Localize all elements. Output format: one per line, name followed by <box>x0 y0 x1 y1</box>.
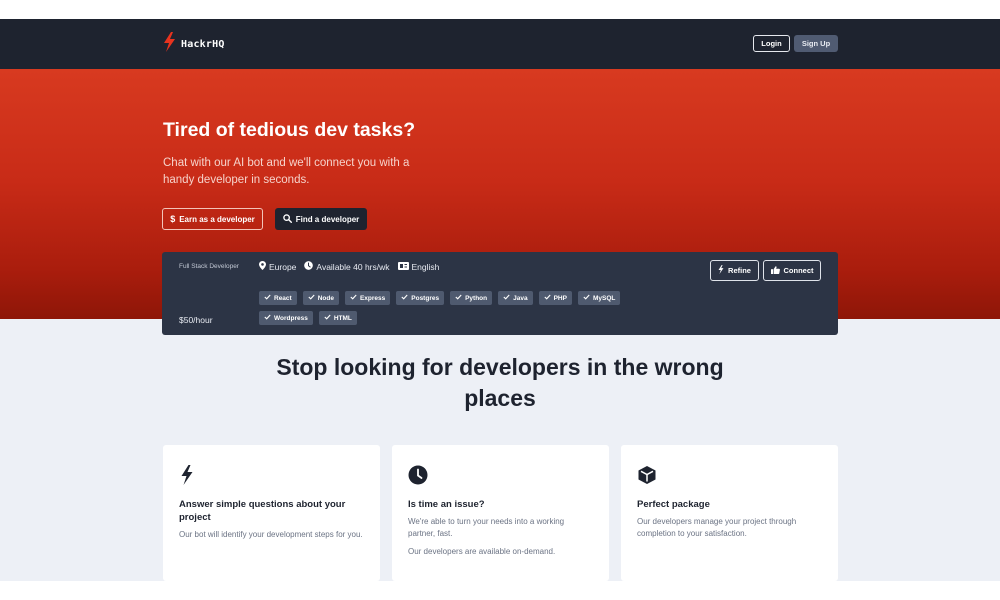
login-button[interactable]: Login <box>753 35 790 52</box>
check-icon <box>503 294 510 302</box>
check-icon <box>308 294 315 302</box>
check-icon <box>455 294 462 302</box>
feature-title: Is time an issue? <box>408 499 485 510</box>
bolt-logo-icon <box>163 31 176 57</box>
skill-name: HTML <box>333 314 352 322</box>
skill-name: Postgres <box>411 294 440 302</box>
features-section: Stop looking for developers in the wrong… <box>0 319 1000 581</box>
search-icon <box>282 213 292 225</box>
skill-tag: React <box>259 291 297 305</box>
check-icon <box>350 294 357 302</box>
dollar-icon: $ <box>170 214 176 224</box>
feature-description: We're able to turn your needs into a wor… <box>408 517 565 538</box>
refine-label: Refine <box>728 266 751 275</box>
feature-card-package: Perfect package Our developers manage yo… <box>621 445 838 581</box>
hero-title: Tired of tedious dev tasks? <box>163 119 416 141</box>
developer-rate: $50/hour <box>179 315 213 325</box>
language-icon <box>397 261 409 272</box>
skill-tag: MySQL <box>577 291 621 305</box>
skill-tags: React Node Express Postgres Python Java … <box>259 291 679 325</box>
find-developer-button[interactable]: Find a developer <box>275 208 367 230</box>
developer-meta: Europe Available 40 hrs/wk English <box>259 261 439 272</box>
developer-role: Full Stack Developer <box>179 263 239 270</box>
skill-tag: Postgres <box>396 291 445 305</box>
check-icon <box>583 294 590 302</box>
connect-button[interactable]: Connect <box>763 260 821 281</box>
language-text: English <box>411 261 440 272</box>
skill-name: Express <box>359 294 386 302</box>
check-icon <box>264 294 271 302</box>
skill-name: Python <box>465 294 488 302</box>
brand-logo[interactable]: HackrHQ <box>163 31 225 57</box>
availability-text: Available 40 hrs/wk <box>316 261 390 272</box>
earn-label: Earn as a developer <box>179 214 255 224</box>
skill-name: MySQL <box>592 294 616 302</box>
map-pin-icon <box>259 261 266 272</box>
skill-tag: Wordpress <box>259 311 313 325</box>
thumbs-up-icon <box>770 265 780 276</box>
brand-name: HackrHQ <box>181 38 225 50</box>
language-item: English <box>397 261 440 272</box>
cube-icon <box>637 465 657 490</box>
navbar: HackrHQ Login Sign Up <box>0 19 1000 69</box>
developer-card: Full Stack Developer $50/hour Europe Ava… <box>162 252 838 335</box>
feature-title: Perfect package <box>637 499 710 510</box>
feature-card-questions: Answer simple questions about your proje… <box>163 445 380 581</box>
skill-tag: Express <box>344 291 391 305</box>
feature-description: Our bot will identify your development s… <box>179 530 363 539</box>
bolt-icon <box>718 265 724 276</box>
availability-item: Available 40 hrs/wk <box>304 261 390 272</box>
skill-name: Java <box>513 294 528 302</box>
clock-icon <box>304 261 314 272</box>
skill-tag: PHP <box>538 291 572 305</box>
skill-tag: HTML <box>318 311 357 325</box>
check-icon <box>401 294 408 302</box>
skill-name: React <box>274 294 292 302</box>
check-icon <box>264 314 271 322</box>
location-item: Europe <box>259 261 296 272</box>
check-icon <box>544 294 551 302</box>
skill-name: PHP <box>553 294 567 302</box>
location-text: Europe <box>269 261 297 272</box>
check-icon <box>324 314 331 322</box>
feature-description: Our developers are available on-demand. <box>408 547 556 556</box>
connect-label: Connect <box>783 266 814 275</box>
clock-icon <box>408 465 428 490</box>
feature-title: Answer simple questions about your proje… <box>179 499 346 523</box>
skill-tag: Node <box>302 291 339 305</box>
section-title: Stop looking for developers in the wrong… <box>276 354 724 411</box>
skill-tag: Java <box>498 291 533 305</box>
signup-button[interactable]: Sign Up <box>794 35 838 52</box>
page-bottom-edge <box>0 581 1000 600</box>
skill-tag: Python <box>450 291 493 305</box>
feature-description: Our developers manage your project throu… <box>637 517 797 538</box>
hero-subtitle: Chat with our AI bot and we'll connect y… <box>163 157 410 186</box>
skill-name: Wordpress <box>274 314 308 322</box>
skill-name: Node <box>317 294 334 302</box>
feature-card-time: Is time an issue? We're able to turn you… <box>392 445 609 581</box>
refine-button[interactable]: Refine <box>710 260 759 281</box>
earn-as-developer-button[interactable]: $ Earn as a developer <box>162 208 263 230</box>
bolt-icon <box>179 465 195 490</box>
find-label: Find a developer <box>295 214 360 224</box>
